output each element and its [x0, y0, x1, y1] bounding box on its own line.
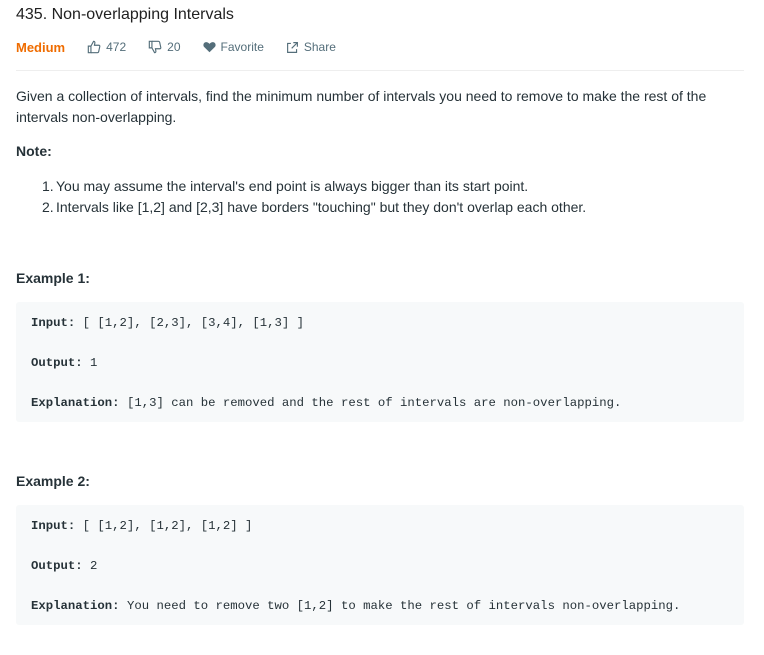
header-divider: [16, 70, 744, 71]
explanation-value: You need to remove two [1,2] to make the…: [119, 599, 681, 613]
problem-description: Given a collection of intervals, find th…: [16, 88, 707, 125]
example-output-line: Output: 2: [31, 559, 97, 573]
example-output-line: Output: 1: [31, 356, 97, 370]
heart-icon: [202, 42, 216, 53]
explanation-value: [1,3] can be removed and the rest of int…: [119, 396, 622, 410]
thumbs-down-icon: [148, 40, 162, 54]
favorite-label: Favorite: [220, 40, 264, 54]
input-value: [ [1,2], [2,3], [3,4], [1,3] ]: [75, 316, 305, 330]
like-count: 472: [106, 40, 127, 54]
note-heading: Note:: [16, 143, 52, 159]
difficulty-label: Medium: [16, 39, 66, 55]
share-button[interactable]: Share: [286, 40, 336, 54]
output-label: Output:: [31, 356, 83, 370]
problem-title: 435. Non-overlapping Intervals: [16, 6, 234, 23]
dislike-button[interactable]: 20: [148, 40, 181, 54]
share-label: Share: [303, 40, 336, 54]
output-value: 1: [82, 356, 98, 370]
share-icon: [286, 41, 298, 53]
note-list: 1. You may assume the interval's end poi…: [16, 176, 586, 218]
example-explanation-line: Explanation: You need to remove two [1,2…: [31, 599, 680, 613]
input-value: [ [1,2], [1,2], [1,2] ]: [75, 519, 253, 533]
explanation-label: Explanation:: [31, 599, 120, 613]
note-item-number: 1.: [42, 178, 54, 194]
like-button[interactable]: 472: [87, 40, 126, 54]
example-input-line: Input: [ [1,2], [1,2], [1,2] ]: [31, 519, 252, 533]
dislike-count: 20: [167, 40, 181, 54]
note-item: 1. You may assume the interval's end poi…: [16, 176, 586, 197]
note-item-number: 2.: [42, 199, 54, 215]
output-label: Output:: [31, 559, 83, 573]
note-item-text: You may assume the interval's end point …: [56, 178, 529, 194]
explanation-label: Explanation:: [31, 396, 120, 410]
example-2-heading: Example 2:: [16, 473, 90, 489]
note-item-text: Intervals like [1,2] and [2,3] have bord…: [56, 199, 587, 215]
example-1-heading: Example 1:: [16, 270, 90, 286]
thumbs-up-icon: [87, 40, 101, 54]
example-input-line: Input: [ [1,2], [2,3], [3,4], [1,3] ]: [31, 316, 304, 330]
output-value: 2: [82, 559, 98, 573]
example-1-code-block: Input: [ [1,2], [2,3], [3,4], [1,3] ] Ou…: [16, 302, 744, 422]
problem-meta-bar: Medium 472 20 Favorite Share: [16, 38, 358, 56]
input-label: Input:: [31, 519, 76, 533]
favorite-button[interactable]: Favorite: [202, 40, 264, 54]
example-explanation-line: Explanation: [1,3] can be removed and th…: [31, 396, 621, 410]
note-item: 2. Intervals like [1,2] and [2,3] have b…: [16, 197, 586, 218]
example-2-code-block: Input: [ [1,2], [1,2], [1,2] ] Output: 2…: [16, 505, 744, 625]
input-label: Input:: [31, 316, 76, 330]
